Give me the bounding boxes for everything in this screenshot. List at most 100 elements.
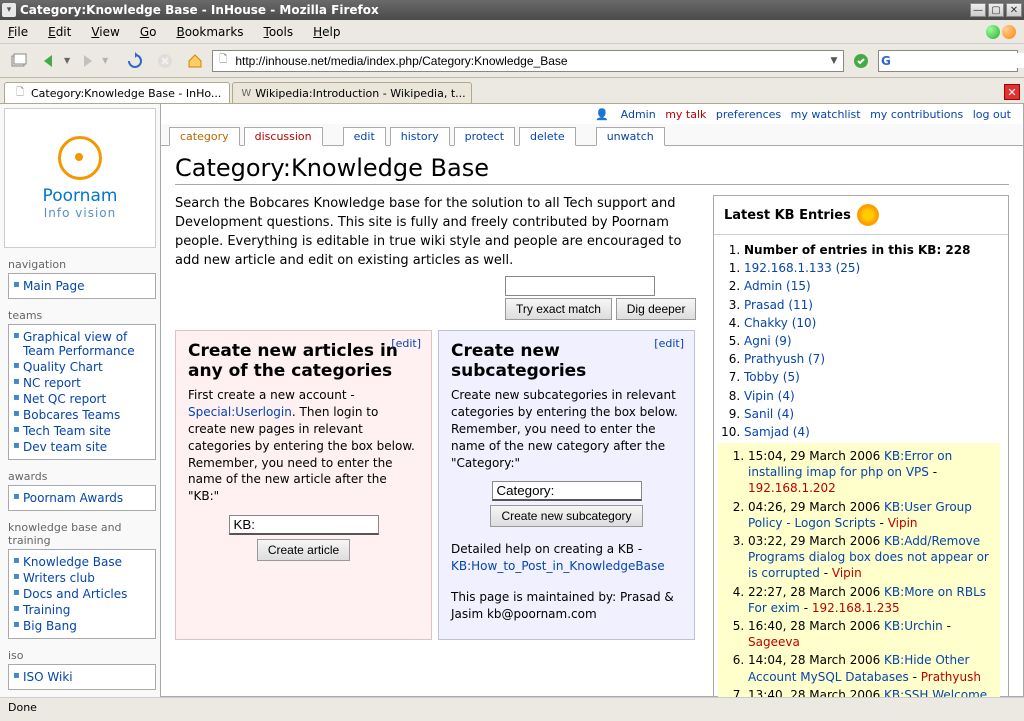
special-userlogin-link[interactable]: Special:Userlogin [188,405,292,419]
browser-tab-2[interactable]: W Wikipedia:Introduction - Wikipedia, t.… [232,82,472,103]
link-admin[interactable]: Admin [621,108,656,121]
close-button[interactable]: ✕ [1006,3,1022,17]
kb-author: Sanil (4) [744,405,1000,423]
kb-search-input[interactable] [505,276,655,296]
kb-howto-link[interactable]: KB:How_to_Post_in_KnowledgeBase [451,559,665,573]
edit-link[interactable]: [edit] [391,337,421,350]
logo-text-1: Poornam [43,186,118,206]
status-text: Done [8,701,37,714]
link-logout[interactable]: log out [973,108,1011,121]
site-favicon-icon: 🗋 [215,53,231,69]
tab-edit[interactable]: edit [343,127,386,146]
edit-link[interactable]: [edit] [654,337,684,350]
nav-item: Knowledge Base [13,554,151,570]
link-watchlist[interactable]: my watchlist [791,108,861,121]
tab-delete[interactable]: delete [519,127,576,146]
create-subcategory-button[interactable]: Create new subcategory [490,505,642,527]
tab-favicon-icon: W [241,86,251,100]
page-title: Category:Knowledge Base [175,154,1009,185]
nav-item: Bobcares Teams [13,407,151,423]
nav-link[interactable]: Docs and Articles [23,587,127,601]
new-tab-button[interactable] [6,48,32,74]
link-preferences[interactable]: preferences [716,108,781,121]
nav-item: NC report [13,375,151,391]
tab-history[interactable]: history [390,127,450,146]
kb-recent-item: 16:40, 28 March 2006 KB:Urchin - Sageeva [748,617,994,651]
portlet-iso: iso ISO Wiki [8,647,156,690]
kb-author: Admin (15) [744,277,1000,295]
tab-unwatch[interactable]: unwatch [596,127,665,146]
menu-view[interactable]: View [91,25,119,39]
menu-tools[interactable]: Tools [264,25,294,39]
kb-author: Chakky (10) [744,314,1000,332]
nav-link[interactable]: Dev team site [23,440,107,454]
nav-link[interactable]: Net QC report [23,392,106,406]
search-box[interactable]: G [878,50,1018,72]
menu-bookmarks[interactable]: Bookmarks [176,25,243,39]
nav-link-main-page[interactable]: Main Page [23,279,85,293]
tab-category[interactable]: category [169,127,240,146]
browser-tab-1[interactable]: 🗋 Category:Knowledge Base - InHo... [4,82,230,103]
nav-link[interactable]: Big Bang [23,619,77,633]
nav-link[interactable]: Quality Chart [23,360,103,374]
search-input[interactable] [891,53,1024,68]
kb-author: Samjad (4) [744,423,1000,441]
menu-go[interactable]: Go [140,25,157,39]
link-contributions[interactable]: my contributions [870,108,963,121]
url-bar[interactable]: 🗋 ▼ [212,50,844,72]
article-name-input[interactable] [229,515,379,535]
forward-button[interactable] [74,48,100,74]
nav-link[interactable]: Tech Team site [23,424,111,438]
try-exact-match-button[interactable]: Try exact match [505,298,612,320]
app-icon: ▾ [2,3,16,17]
kb-article-link[interactable]: KB:Urchin [884,619,943,633]
url-input[interactable] [231,54,827,68]
nav-link[interactable]: Training [23,603,70,617]
dig-deeper-button[interactable]: Dig deeper [616,298,697,320]
create-article-button[interactable]: Create article [257,539,350,561]
subcategory-name-input[interactable] [492,481,642,501]
link-mytalk[interactable]: my talk [665,108,706,121]
browser-statusbar: Done [0,697,1024,717]
back-button[interactable] [36,48,62,74]
wiki-sidebar: Poornam Info vision navigation Main Page… [0,104,160,697]
nav-link[interactable]: Graphical view of Team Performance [23,330,135,358]
nav-link[interactable]: Poornam Awards [23,491,123,505]
portlet-title: teams [8,307,156,324]
back-dropdown[interactable]: ▼ [64,56,70,65]
box-title: Create new articles in any of the catego… [188,341,419,381]
tab-protect[interactable]: protect [454,127,515,146]
nav-link[interactable]: ISO Wiki [23,670,73,684]
nav-link[interactable]: Writers club [23,571,95,585]
portlet-title: awards [8,468,156,485]
go-button[interactable] [848,48,874,74]
page-tabs: category discussion edit history protect… [161,124,1023,146]
menu-help[interactable]: Help [313,25,340,39]
url-dropdown[interactable]: ▼ [827,56,841,66]
stop-button[interactable] [152,48,178,74]
logo-icon [58,136,102,180]
reload-button[interactable] [122,48,148,74]
box-help-text: Detailed help on creating a KB - KB:How_… [451,541,682,575]
kb-recent-item: 15:04, 29 March 2006 KB:Error on install… [748,447,994,498]
minimize-button[interactable]: — [970,3,986,17]
forward-dropdown[interactable]: ▼ [102,56,108,65]
kb-author-name: Vipin [888,516,918,530]
throbber-icon [986,25,1000,39]
nav-link[interactable]: Knowledge Base [23,555,122,569]
maximize-button[interactable]: ▢ [988,3,1004,17]
kb-author-name: 192.168.1.202 [748,481,836,495]
nav-link[interactable]: Bobcares Teams [23,408,120,422]
site-logo[interactable]: Poornam Info vision [4,108,156,248]
home-button[interactable] [182,48,208,74]
menu-edit[interactable]: Edit [48,25,71,39]
window-titlebar: ▾ Category:Knowledge Base - InHouse - Mo… [0,0,1024,20]
portlet-awards: awards Poornam Awards [8,468,156,511]
portlet-kbt: knowledge base and training Knowledge Ba… [8,519,156,639]
menu-file[interactable]: File [8,25,28,39]
tab-discussion[interactable]: discussion [244,127,323,146]
create-subcategory-box: [edit] Create new subcategories Create n… [438,330,695,639]
nav-link[interactable]: NC report [23,376,81,390]
maintainer-text: This page is maintained by: Prasad & Jas… [451,589,682,623]
close-tabs-button[interactable]: ✕ [1004,84,1020,100]
